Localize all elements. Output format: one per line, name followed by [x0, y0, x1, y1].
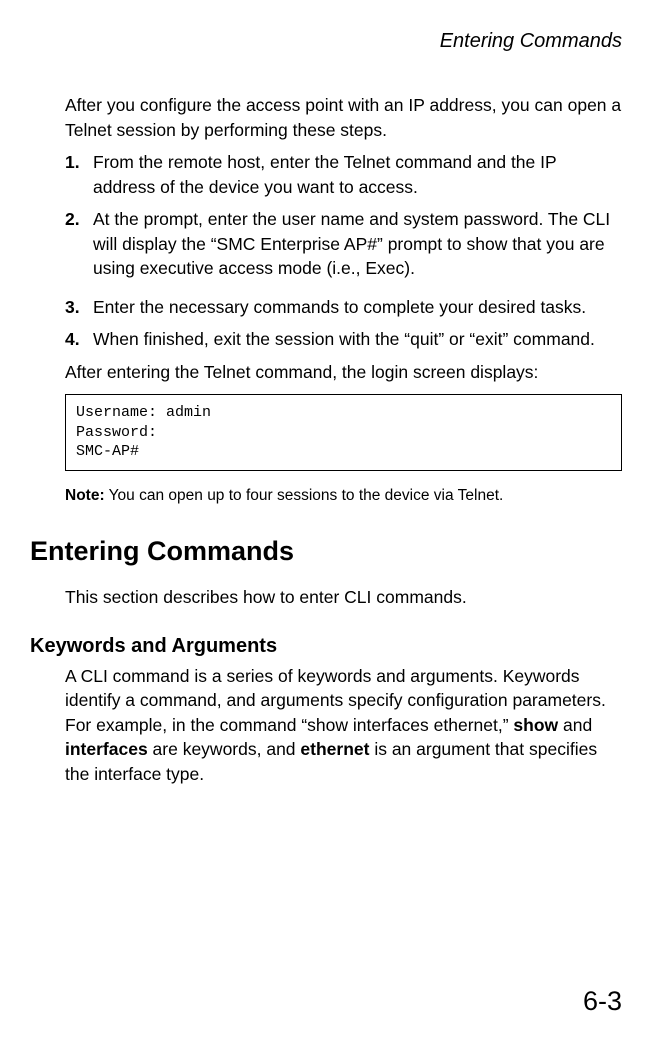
intro-paragraph: After you configure the access point wit… — [65, 93, 622, 142]
text-part: are keywords, and — [148, 739, 301, 759]
note-paragraph: Note: You can open up to four sessions t… — [65, 486, 622, 507]
list-item: 3. Enter the necessary commands to compl… — [65, 295, 622, 320]
keyword-bold: interfaces — [65, 739, 148, 759]
note-text: You can open up to four sessions to the … — [109, 487, 504, 504]
note-label: Note: — [65, 487, 105, 504]
page-content: After you configure the access point wit… — [30, 93, 627, 786]
list-item: 4. When finished, exit the session with … — [65, 327, 622, 352]
section-heading: Entering Commands — [30, 536, 622, 567]
section-paragraph: This section describes how to enter CLI … — [65, 585, 622, 610]
list-number: 3. — [65, 295, 91, 320]
list-number: 2. — [65, 207, 91, 281]
list-item: 2. At the prompt, enter the user name an… — [65, 207, 622, 281]
list-item: 1. From the remote host, enter the Telne… — [65, 150, 622, 199]
list-text: Enter the necessary commands to complete… — [93, 295, 622, 320]
list-number: 1. — [65, 150, 91, 199]
subsection-heading: Keywords and Arguments — [30, 635, 622, 658]
text-part: and — [558, 715, 592, 735]
list-number: 4. — [65, 327, 91, 352]
page-header-title: Entering Commands — [30, 30, 627, 53]
code-block: Username: admin Password: SMC-AP# — [65, 394, 622, 471]
subsection-paragraph: A CLI command is a series of keywords an… — [65, 664, 622, 787]
keyword-bold: ethernet — [300, 739, 369, 759]
keyword-bold: show — [513, 715, 558, 735]
page-number: 6-3 — [583, 986, 622, 1017]
list-text: At the prompt, enter the user name and s… — [93, 207, 622, 281]
after-list-paragraph: After entering the Telnet command, the l… — [65, 360, 622, 385]
steps-list: 1. From the remote host, enter the Telne… — [65, 150, 622, 352]
list-text: When finished, exit the session with the… — [93, 327, 622, 352]
list-text: From the remote host, enter the Telnet c… — [93, 150, 622, 199]
